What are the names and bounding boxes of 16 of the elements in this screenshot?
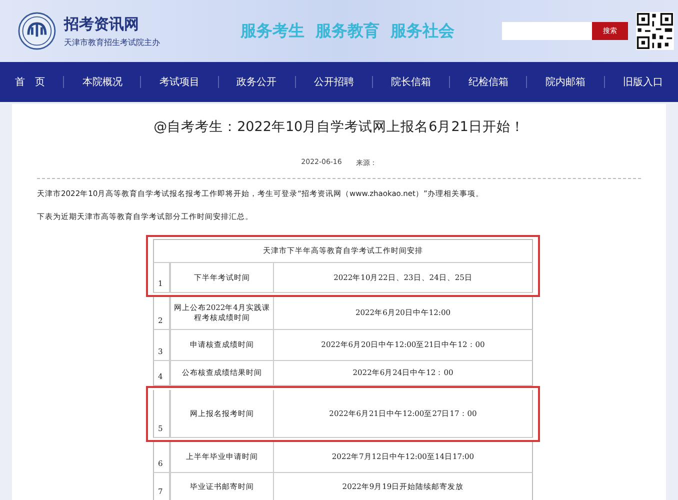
nav-link[interactable]: 本院概况 [82, 75, 122, 89]
site-subtitle: 天津市教育招生考试院主办 [64, 36, 161, 48]
nav-link[interactable]: 院内邮箱 [546, 75, 586, 89]
qr-code-icon [636, 11, 674, 51]
nav-link[interactable]: 院长信箱 [391, 75, 432, 89]
nav-link[interactable]: 首 页 [15, 75, 46, 89]
slogan: 服务考生 服务教育 服务社会 [240, 20, 456, 42]
site-name: 招考资讯网 [64, 14, 140, 34]
nav-link[interactable]: 旧版入口 [622, 75, 663, 89]
search-field[interactable] [502, 22, 592, 40]
nav-link[interactable]: 公开招聘 [314, 75, 354, 89]
nav-link[interactable]: 考试项目 [159, 75, 200, 89]
nav-link[interactable]: 政务公开 [236, 75, 277, 89]
article-title: @自考考生：2022年10月自学考试网上报名6月21日开始！ [152, 118, 526, 136]
nav-link[interactable]: 纪检信箱 [468, 75, 508, 89]
emblem-logo-icon [18, 11, 56, 51]
